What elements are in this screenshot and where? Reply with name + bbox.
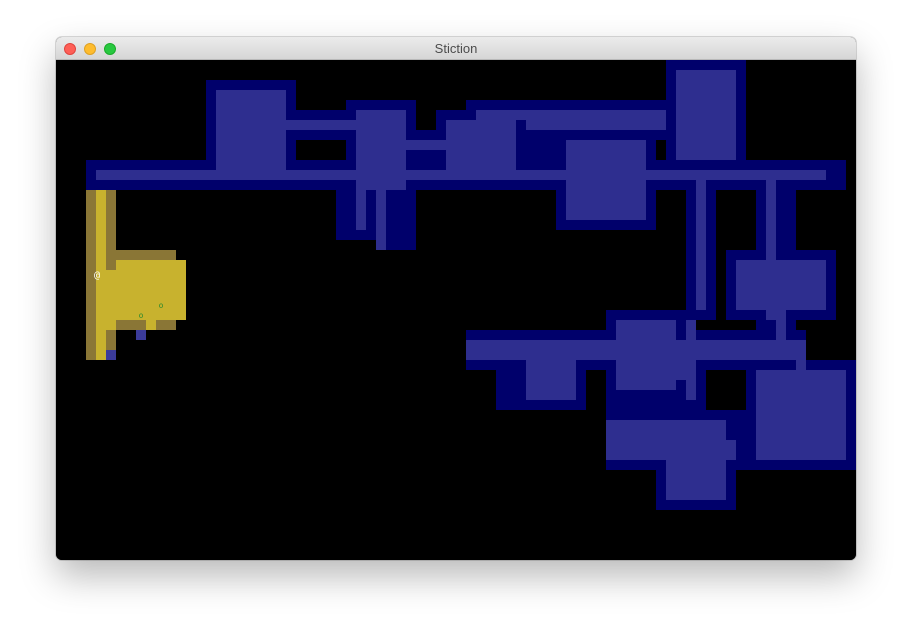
game-window: Stiction @ o o [56, 37, 856, 560]
floor-tile [676, 70, 736, 160]
floor-tile [406, 140, 446, 150]
floor-tile [526, 120, 666, 130]
floor-tile [756, 370, 846, 460]
floor-tile [446, 120, 516, 170]
game-viewport[interactable]: @ o o [56, 60, 856, 560]
floor-tile [286, 120, 356, 130]
lit-floor-tile [116, 260, 186, 320]
floor-tile [606, 420, 676, 440]
stair-marker [106, 350, 116, 360]
floor-tile [466, 340, 806, 360]
item-glyph: o [159, 301, 164, 310]
floor-tile [216, 90, 286, 170]
lit-wall-tile [106, 190, 116, 250]
title-bar[interactable]: Stiction [56, 37, 856, 60]
lit-wall-tile [106, 250, 176, 260]
stair-marker [136, 330, 146, 340]
floor-tile [476, 110, 666, 120]
player-glyph: @ [94, 270, 100, 281]
floor-tile [666, 420, 726, 500]
window-title: Stiction [434, 41, 478, 56]
lit-floor-tile [146, 320, 156, 330]
floor-tile [736, 260, 826, 310]
floor-tile [356, 190, 366, 230]
floor-tile [616, 360, 686, 380]
floor-tile [96, 170, 826, 180]
item-glyph: o [139, 311, 144, 320]
dungeon-map: @ o o [86, 60, 856, 510]
floor-tile [696, 170, 706, 310]
lit-floor-tile [106, 270, 116, 330]
floor-tile [686, 320, 696, 400]
floor-tile [796, 350, 806, 370]
floor-tile [376, 190, 386, 250]
floor-tile [776, 310, 786, 340]
floor-tile [526, 350, 576, 400]
